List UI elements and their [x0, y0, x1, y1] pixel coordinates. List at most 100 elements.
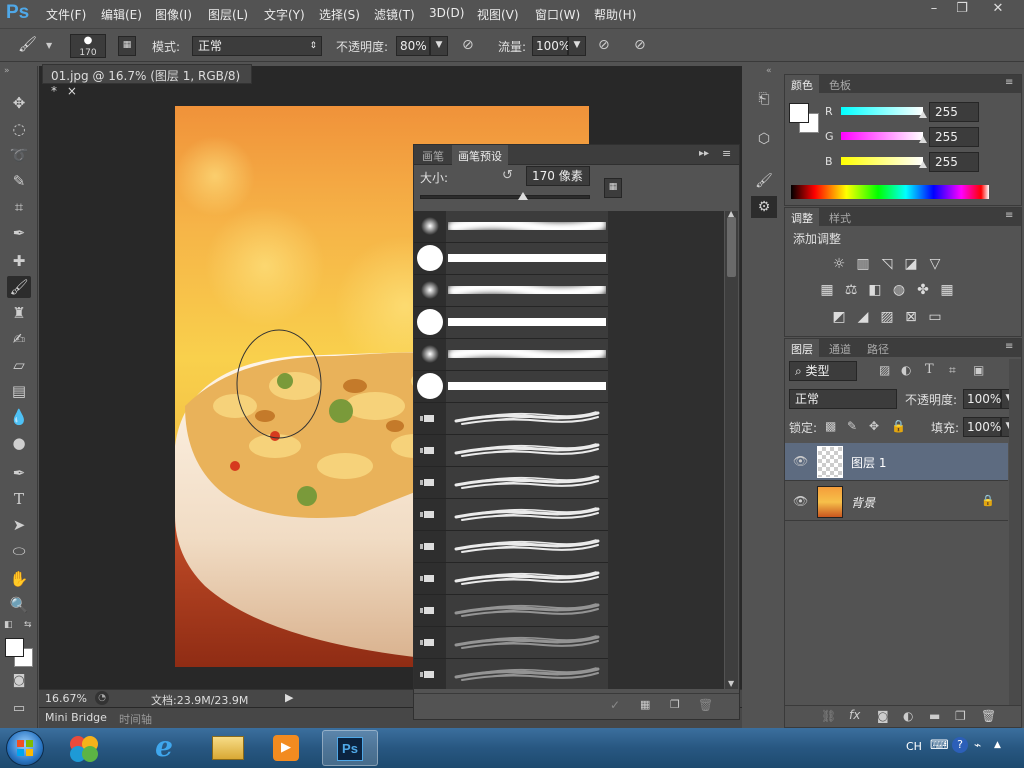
brush-preset-row[interactable]: [414, 243, 610, 275]
brush-preset-row[interactable]: [414, 563, 608, 595]
layers-scrollbar[interactable]: [1009, 359, 1021, 705]
layer-filter-select[interactable]: ⌕ 类型: [789, 361, 857, 381]
swap-colors-icon[interactable]: ⇆: [24, 620, 32, 630]
brush-preset-row[interactable]: [414, 275, 608, 307]
zoom-level[interactable]: 16.67%: [45, 692, 87, 705]
brush-list-scrollbar[interactable]: ▲ ▼: [725, 209, 738, 689]
scroll-down-icon[interactable]: ▼: [728, 679, 734, 688]
vibrance-icon[interactable]: ▽: [925, 254, 945, 274]
gradient-map-icon[interactable]: ⊠: [901, 307, 921, 327]
collapse-panel-icon[interactable]: ▸▸: [699, 148, 709, 159]
keyboard-icon[interactable]: ⌨: [930, 738, 949, 753]
filter-shape-icon[interactable]: ⌗: [949, 363, 956, 378]
brightness-icon[interactable]: ☼: [829, 254, 849, 274]
tab-brush-presets[interactable]: 画笔预设: [452, 145, 508, 165]
tab-timeline[interactable]: 时间轴: [119, 711, 152, 727]
collapse-dock-icon[interactable]: «: [766, 66, 772, 76]
brush-preset-row[interactable]: [414, 595, 608, 627]
panel-menu-icon[interactable]: ≡: [1005, 77, 1013, 88]
healing-brush-tool-icon[interactable]: ✚: [7, 250, 31, 272]
taskbar-photoshop-icon[interactable]: Ps: [322, 730, 378, 766]
status-info-icon[interactable]: ◔: [95, 691, 109, 705]
black-white-icon[interactable]: ◧: [865, 280, 885, 300]
layer-style-icon[interactable]: fx: [849, 708, 860, 722]
foreground-color-swatch[interactable]: [5, 638, 24, 657]
eyedropper-tool-icon[interactable]: ✒: [7, 222, 31, 244]
panel-menu-icon[interactable]: ≡: [1005, 341, 1013, 352]
layer-opacity-input[interactable]: 100%: [963, 389, 1001, 409]
levels-icon[interactable]: ▥: [853, 254, 873, 274]
brush-preset-row[interactable]: [414, 307, 610, 339]
b-slider[interactable]: [841, 157, 927, 168]
brush-preset-row[interactable]: [414, 499, 608, 531]
move-tool-icon[interactable]: ✥: [7, 92, 31, 114]
taskbar-explorer-icon[interactable]: [204, 730, 252, 766]
blur-tool-icon[interactable]: 💧: [7, 406, 31, 428]
visibility-eye-icon[interactable]: 👁: [793, 454, 808, 468]
photo-filter-icon[interactable]: ◍: [889, 280, 909, 300]
airbrush-icon[interactable]: ⊘: [598, 37, 618, 57]
brush-panel-icon[interactable]: 🖌: [751, 170, 777, 192]
close-tab-icon[interactable]: ×: [67, 84, 77, 98]
collapse-toolbox-icon[interactable]: »: [4, 66, 10, 76]
opacity-dropdown-icon[interactable]: ▼: [430, 36, 448, 56]
exposure-icon[interactable]: ◪: [901, 254, 921, 274]
taskbar-media-center-icon[interactable]: [60, 730, 108, 766]
brush-preset-picker[interactable]: ● 170: [70, 34, 106, 58]
link-layers-icon[interactable]: ⛓: [821, 709, 836, 723]
filter-pixel-icon[interactable]: ▨: [879, 363, 890, 377]
threshold-icon[interactable]: ▨: [877, 307, 897, 327]
filter-adjust-icon[interactable]: ◐: [901, 363, 911, 377]
brush-preset-row[interactable]: [414, 211, 608, 243]
ime-indicator[interactable]: CH: [906, 740, 922, 753]
open-brush-panel-icon[interactable]: ▦: [640, 698, 650, 711]
quick-mask-icon[interactable]: ◙: [7, 670, 31, 692]
invert-icon[interactable]: ◩: [829, 307, 849, 327]
taskbar-ie-icon[interactable]: e: [140, 730, 188, 766]
r-slider-thumb[interactable]: [919, 111, 927, 118]
brush-preset-row[interactable]: [414, 467, 608, 499]
history-panel-icon[interactable]: ⎗: [751, 88, 777, 110]
opacity-input[interactable]: 80%: [396, 36, 430, 56]
marquee-tool-icon[interactable]: ◌: [7, 118, 31, 140]
3d-panel-icon[interactable]: ⬡: [751, 128, 777, 150]
r-input[interactable]: 255: [929, 102, 979, 122]
flow-input[interactable]: 100%: [532, 36, 570, 56]
lock-image-icon[interactable]: ✎: [847, 419, 857, 433]
b-slider-thumb[interactable]: [919, 161, 927, 168]
selective-color-icon[interactable]: ▭: [925, 307, 945, 327]
brush-preset-row[interactable]: [414, 435, 608, 467]
minimize-button[interactable]: –: [920, 0, 948, 20]
tab-styles[interactable]: 样式: [823, 208, 857, 226]
fill-input[interactable]: 100%: [963, 417, 1001, 437]
hand-tool-icon[interactable]: ✋: [7, 568, 31, 590]
tab-paths[interactable]: 路径: [861, 339, 895, 357]
menu-help[interactable]: 帮助(H): [594, 6, 636, 23]
scroll-up-icon[interactable]: ▲: [728, 209, 734, 218]
color-balance-icon[interactable]: ⚖: [841, 280, 861, 300]
brush-preset-row[interactable]: [414, 627, 608, 659]
menu-3d[interactable]: 3D(D): [429, 6, 464, 20]
brush-tool-icon[interactable]: 🖌: [18, 35, 42, 55]
pressure-opacity-icon[interactable]: ⊘: [462, 37, 482, 57]
lasso-tool-icon[interactable]: ➰: [7, 144, 31, 166]
brush-preset-row[interactable]: [414, 371, 610, 403]
tab-color[interactable]: 颜色: [785, 75, 819, 93]
color-lookup-icon[interactable]: ▦: [937, 280, 957, 300]
color-fg-swatch[interactable]: [789, 103, 809, 123]
help-icon[interactable]: ?: [952, 737, 968, 753]
flow-dropdown-icon[interactable]: ▼: [568, 36, 586, 56]
delete-layer-icon[interactable]: 🗑: [981, 709, 996, 723]
blend-mode-select[interactable]: 正常: [789, 389, 897, 409]
history-brush-tool-icon[interactable]: ✍: [7, 328, 31, 350]
visibility-eye-icon[interactable]: 👁: [793, 494, 808, 508]
brush-preset-row[interactable]: [414, 531, 608, 563]
ime-tools-icon[interactable]: ⌁: [974, 738, 981, 752]
menu-type[interactable]: 文字(Y): [264, 6, 305, 23]
tab-mini-bridge[interactable]: Mini Bridge: [45, 711, 107, 724]
path-select-tool-icon[interactable]: ➤: [7, 514, 31, 536]
brush-preset-row[interactable]: [414, 339, 608, 371]
taskbar-media-player-icon[interactable]: ▶: [262, 730, 310, 766]
brush-tool-icon[interactable]: 🖌: [7, 276, 31, 298]
gradient-tool-icon[interactable]: ▤: [7, 380, 31, 402]
